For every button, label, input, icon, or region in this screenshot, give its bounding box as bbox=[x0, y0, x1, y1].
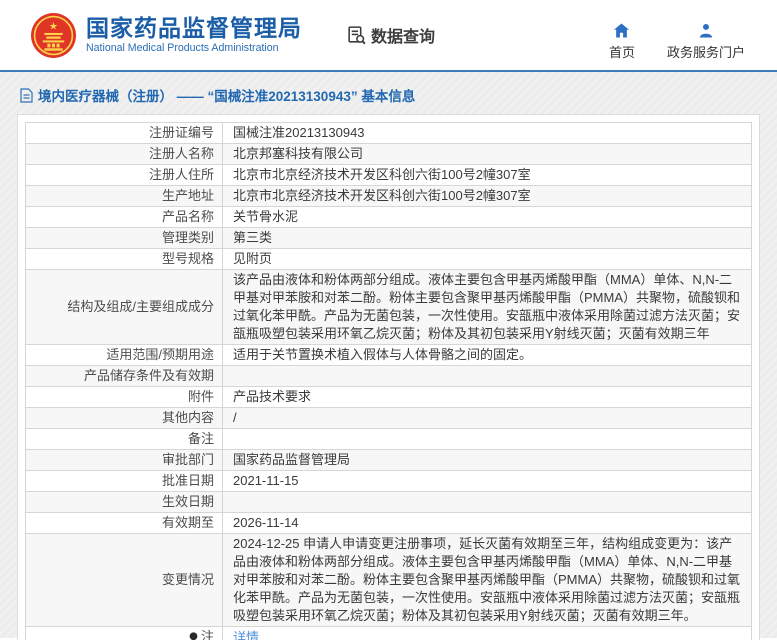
row-value: 关节骨水泥 bbox=[222, 206, 752, 228]
row-label: 其他内容 bbox=[25, 407, 223, 429]
site-header: ★ 国家药品监督管理局 National Medical Products Ad… bbox=[0, 0, 777, 72]
row-label: 结构及组成/主要组成成分 bbox=[25, 269, 223, 345]
row-value: 国械注准20213130943 bbox=[222, 122, 752, 144]
table-row: 附件 产品技术要求 bbox=[25, 386, 752, 408]
nav-home-label: 首页 bbox=[608, 45, 635, 60]
nav-home[interactable]: 首页 bbox=[607, 23, 637, 61]
home-icon bbox=[614, 23, 630, 38]
row-label: 批准日期 bbox=[25, 470, 223, 492]
row-label: 注册证编号 bbox=[25, 122, 223, 144]
row-value bbox=[222, 365, 752, 387]
row-value: 国家药品监督管理局 bbox=[222, 449, 752, 471]
row-label: 有效期至 bbox=[25, 512, 223, 534]
row-value: 该产品由液体和粉体两部分组成。液体主要包含甲基丙烯酸甲酯（MMA）单体、N,N-… bbox=[222, 269, 752, 345]
row-label: 注 bbox=[200, 629, 214, 640]
info-card: 注册证编号 国械注准20213130943 注册人名称 北京邦塞科技有限公司 注… bbox=[17, 114, 760, 640]
row-label: 产品储存条件及有效期 bbox=[25, 365, 223, 387]
row-value bbox=[222, 491, 752, 513]
row-label: 变更情况 bbox=[25, 533, 223, 627]
table-row: 变更情况 2024-12-25 申请人申请变更注册事项，延长灭菌有效期至三年，结… bbox=[25, 533, 752, 627]
table-row: 审批部门 国家药品监督管理局 bbox=[25, 449, 752, 471]
svg-text:★: ★ bbox=[49, 21, 58, 32]
detail-link[interactable]: 详情 bbox=[233, 630, 259, 640]
row-label: 管理类别 bbox=[25, 227, 223, 249]
user-icon bbox=[699, 23, 713, 38]
table-row: 生产地址 北京市北京经济技术开发区科创六街100号2幢307室 bbox=[25, 185, 752, 207]
row-value bbox=[222, 428, 752, 450]
top-nav: 首页 政务服务门户 bbox=[607, 23, 745, 61]
nav-portal-label: 政务服务门户 bbox=[666, 45, 745, 60]
page-doc-icon bbox=[20, 87, 33, 103]
row-label: 型号规格 bbox=[25, 248, 223, 270]
org-name-en: National Medical Products Administration bbox=[86, 42, 279, 54]
row-label: 生产地址 bbox=[25, 185, 223, 207]
row-label: 适用范围/预期用途 bbox=[25, 344, 223, 366]
row-label: 注册人名称 bbox=[25, 143, 223, 165]
row-value: 第三类 bbox=[222, 227, 752, 249]
table-row: 注册人名称 北京邦塞科技有限公司 bbox=[25, 143, 752, 165]
row-value: 适用于关节置换术植入假体与人体骨骼之间的固定。 bbox=[222, 344, 752, 366]
data-query-label: 数据查询 bbox=[371, 29, 436, 46]
table-row: 结构及组成/主要组成成分 该产品由液体和粉体两部分组成。液体主要包含甲基丙烯酸甲… bbox=[25, 269, 752, 345]
nav-portal[interactable]: 政务服务门户 bbox=[667, 23, 745, 61]
table-row: 产品名称 关节骨水泥 bbox=[25, 206, 752, 228]
row-value: 北京邦塞科技有限公司 bbox=[222, 143, 752, 165]
table-row: 型号规格 见附页 bbox=[25, 248, 752, 270]
row-value: 北京市北京经济技术开发区科创六街100号2幢307室 bbox=[222, 185, 752, 207]
row-label: 注册人住所 bbox=[25, 164, 223, 186]
page-title: 境内医疗器械（注册） —— “国械注准20213130943” 基本信息 bbox=[17, 85, 760, 105]
row-value: 2021-11-15 bbox=[222, 470, 752, 492]
row-label: 产品名称 bbox=[25, 206, 223, 228]
row-label: 生效日期 bbox=[25, 491, 223, 513]
row-label: 附件 bbox=[25, 386, 223, 408]
table-row: 注册证编号 国械注准20213130943 bbox=[25, 122, 752, 144]
main-area: 境内医疗器械（注册） —— “国械注准20213130943” 基本信息 注册证… bbox=[0, 72, 777, 640]
row-label: 审批部门 bbox=[25, 449, 223, 471]
row-value: 2024-12-25 申请人申请变更注册事项，延长灭菌有效期至三年，结构组成变更… bbox=[222, 533, 752, 627]
table-row-note: 注 详情 bbox=[25, 626, 752, 640]
table-row: 批准日期 2021-11-15 bbox=[25, 470, 752, 492]
page-title-text: 境内医疗器械（注册） —— “国械注准20213130943” 基本信息 bbox=[38, 89, 416, 104]
table-row: 其他内容 / bbox=[25, 407, 752, 429]
row-value: 北京市北京经济技术开发区科创六街100号2幢307室 bbox=[222, 164, 752, 186]
org-names: 国家药品监督管理局 National Medical Products Admi… bbox=[86, 15, 302, 55]
org-name-zh: 国家药品监督管理局 bbox=[86, 15, 302, 41]
row-value: 产品技术要求 bbox=[222, 386, 752, 408]
table-row: 产品储存条件及有效期 bbox=[25, 365, 752, 387]
bulb-icon bbox=[189, 631, 198, 640]
table-row: 备注 bbox=[25, 428, 752, 450]
table-row: 有效期至 2026-11-14 bbox=[25, 512, 752, 534]
note-label: 注 bbox=[188, 628, 214, 640]
table-row: 管理类别 第三类 bbox=[25, 227, 752, 249]
row-value: 2026-11-14 bbox=[222, 512, 752, 534]
table-row: 适用范围/预期用途 适用于关节置换术植入假体与人体骨骼之间的固定。 bbox=[25, 344, 752, 366]
table-row: 注册人住所 北京市北京经济技术开发区科创六街100号2幢307室 bbox=[25, 164, 752, 186]
table-row: 生效日期 bbox=[25, 491, 752, 513]
brand-link[interactable]: ★ 国家药品监督管理局 National Medical Products Ad… bbox=[30, 12, 302, 59]
national-emblem-icon: ★ bbox=[31, 12, 76, 58]
row-value: 见附页 bbox=[222, 248, 752, 270]
registration-info-table: 注册证编号 国械注准20213130943 注册人名称 北京邦塞科技有限公司 注… bbox=[25, 122, 752, 640]
nav-data-query[interactable]: 数据查询 bbox=[346, 23, 435, 47]
row-label: 备注 bbox=[25, 428, 223, 450]
row-value: / bbox=[222, 407, 752, 429]
document-search-icon bbox=[348, 25, 366, 44]
